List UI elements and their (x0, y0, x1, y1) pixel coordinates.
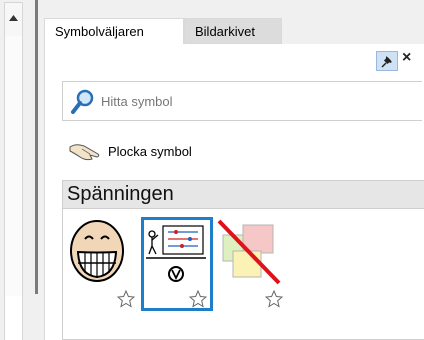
scroll-thumb[interactable] (4, 36, 23, 297)
favorite-star-icon[interactable] (265, 290, 283, 308)
electric-circuit-icon (146, 225, 206, 282)
favorite-star-icon[interactable] (189, 290, 207, 308)
scroll-up-button[interactable] (4, 2, 23, 37)
panel-content: × Hitta symbol Plocka symbol Spänningen (44, 44, 424, 340)
category-title: Spänningen (67, 183, 174, 205)
vertical-scrollbar[interactable] (0, 0, 39, 340)
favorite-star-icon[interactable] (117, 290, 135, 308)
search-placeholder: Hitta symbol (101, 94, 173, 109)
pin-button[interactable] (376, 51, 398, 71)
close-button[interactable]: × (402, 49, 411, 67)
pick-symbol-label: Plocka symbol (108, 144, 192, 159)
search-icon (71, 89, 94, 114)
symbol-tile-selected[interactable] (141, 217, 213, 311)
arrow-up-icon (9, 15, 18, 21)
symbol-tile[interactable] (67, 217, 139, 311)
pin-icon (381, 56, 392, 68)
symbol-panel: Symbolväljaren Bildarkivet × Hitta symbo… (39, 0, 424, 340)
laughing-face-icon (70, 220, 124, 282)
pointing-hand-icon (69, 144, 100, 161)
no-notes-icon (217, 219, 281, 285)
scroll-track[interactable] (4, 296, 23, 340)
search-input[interactable]: Hitta symbol (62, 81, 422, 121)
symbol-category: Spänningen (62, 180, 424, 340)
splitter-handle[interactable] (35, 0, 38, 294)
tab-image-archive[interactable]: Bildarkivet (184, 18, 282, 44)
category-header: Spänningen (63, 181, 424, 209)
tab-symbol-picker[interactable]: Symbolväljaren (44, 18, 184, 45)
symbol-tile[interactable] (215, 217, 287, 311)
